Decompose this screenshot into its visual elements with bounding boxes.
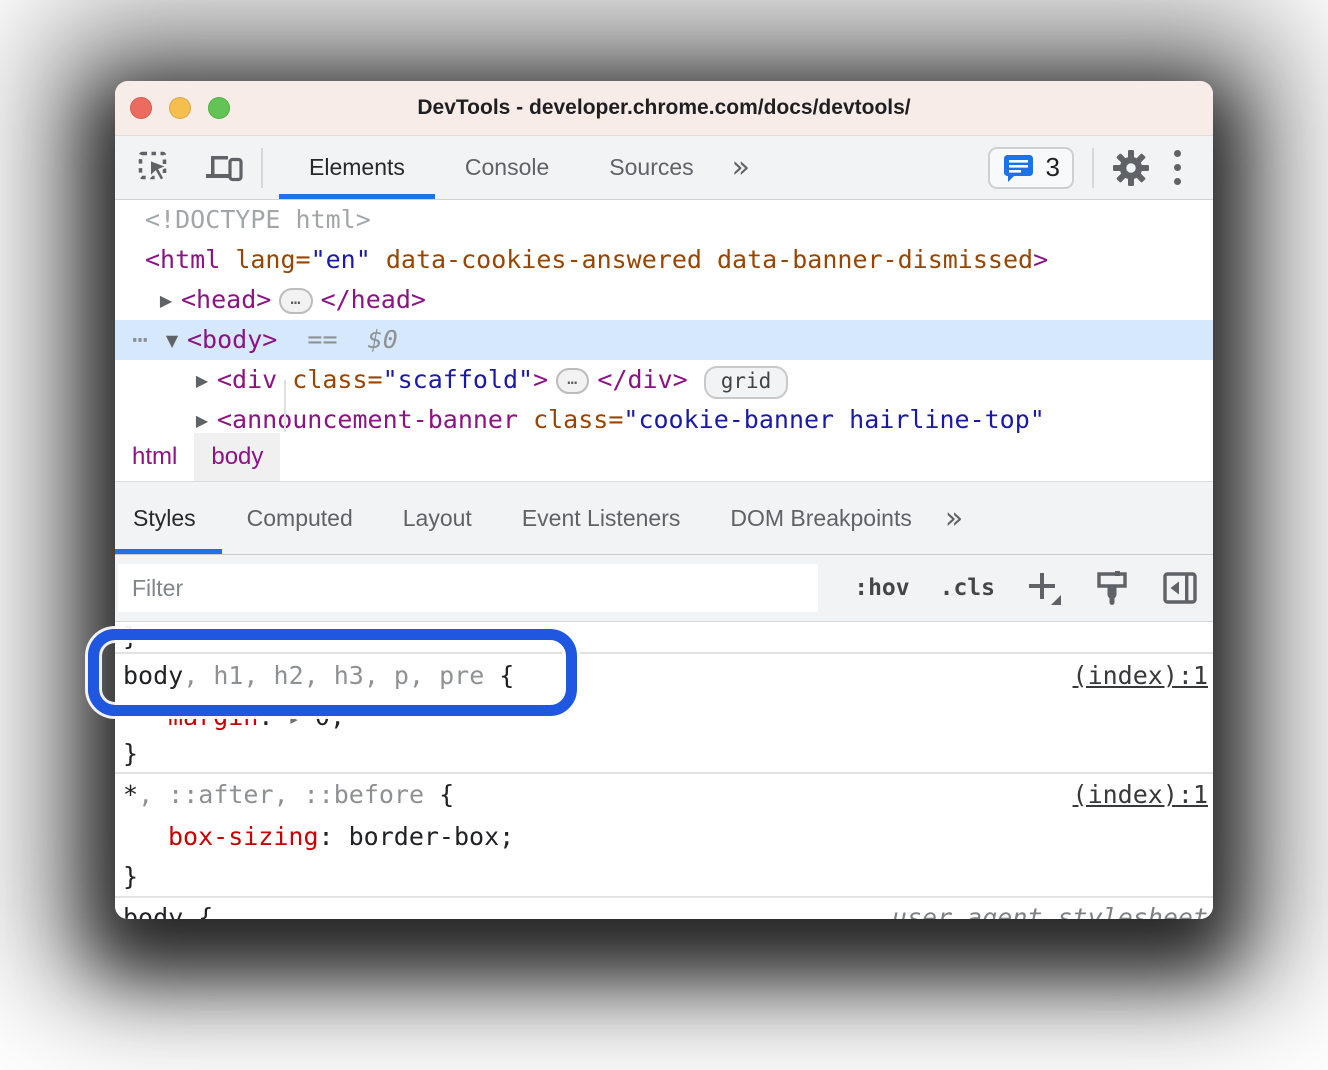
chevron-double-icon: » <box>945 501 963 536</box>
tab-console[interactable]: Console <box>435 136 579 199</box>
plus-icon <box>1025 569 1063 607</box>
settings-button[interactable] <box>1112 149 1150 187</box>
toggle-hover-state-button[interactable]: :hov <box>854 575 909 601</box>
elements-dom-tree: <!DOCTYPE html> <html lang="en" data-coo… <box>115 200 1213 433</box>
screenshot-stage: DevTools - developer.chrome.com/docs/dev… <box>0 0 1328 1070</box>
device-toolbar-icon <box>203 150 243 186</box>
inline-expand-button[interactable]: … <box>279 288 312 314</box>
new-style-rule-button[interactable] <box>1025 569 1063 607</box>
dom-node-body-selected[interactable]: ⋯▼<body> == $0 <box>115 320 1213 360</box>
tab-styles[interactable]: Styles <box>115 482 222 554</box>
inspect-element-button[interactable] <box>137 150 173 186</box>
panel-toggle-icon <box>1161 570 1199 606</box>
sidebar-tabs: Styles Computed Layout Event Listeners D… <box>115 482 1213 555</box>
css-declaration-box-sizing[interactable]: box-sizing: border-box; <box>115 816 1213 858</box>
expand-arrow-icon[interactable]: ▶ <box>187 361 217 401</box>
tree-indent-guide <box>284 380 286 432</box>
main-toolbar: Elements Console Sources » <box>115 136 1213 200</box>
devtools-window: DevTools - developer.chrome.com/docs/dev… <box>115 81 1213 919</box>
issues-messages-button[interactable]: 3 <box>988 147 1074 189</box>
dom-breadcrumb: html body <box>115 433 1213 482</box>
toggle-device-toolbar-button[interactable] <box>203 150 243 186</box>
toggle-element-classes-button[interactable]: .cls <box>940 575 995 601</box>
styles-filter-bar: :hov .cls <box>115 555 1213 622</box>
expand-arrow-icon[interactable]: ▶ <box>151 281 181 321</box>
stylesheet-source-link[interactable]: (index):1 <box>1073 774 1208 816</box>
tab-sources[interactable]: Sources <box>579 136 723 199</box>
customize-devtools-button[interactable] <box>1168 150 1187 185</box>
expand-arrow-icon[interactable]: ▶ <box>187 401 217 433</box>
tab-layout[interactable]: Layout <box>378 482 497 554</box>
gear-icon <box>1112 149 1150 187</box>
close-window-button[interactable] <box>130 97 152 119</box>
tab-computed[interactable]: Computed <box>222 482 378 554</box>
zoom-window-button[interactable] <box>208 97 230 119</box>
title-bar: DevTools - developer.chrome.com/docs/dev… <box>115 81 1213 136</box>
css-rule-user-agent[interactable]: body {user agent stylesheet <box>115 898 1213 919</box>
chevron-double-icon: » <box>732 150 750 185</box>
css-rule-selector[interactable]: *, ::after, ::before {(index):1 <box>115 774 1213 816</box>
breadcrumb-item-body[interactable]: body <box>194 433 280 481</box>
messages-count: 3 <box>1046 152 1060 183</box>
node-actions-icon[interactable]: ⋯ <box>123 320 157 360</box>
messages-icon <box>1002 152 1036 184</box>
tab-elements[interactable]: Elements <box>279 136 435 199</box>
dom-node-head[interactable]: ▶<head>…</head> <box>115 280 1213 320</box>
dom-node-announcement-banner[interactable]: ▶<announcement-banner class="cookie-bann… <box>115 400 1213 433</box>
css-rule-close: } <box>115 736 1213 772</box>
minimize-window-button[interactable] <box>169 97 191 119</box>
collapse-arrow-icon[interactable]: ▼ <box>157 321 187 361</box>
toolbar-divider <box>261 148 263 188</box>
more-panels-button[interactable]: » <box>724 136 758 199</box>
css-rule-close: } <box>115 858 1213 896</box>
window-title: DevTools - developer.chrome.com/docs/dev… <box>417 96 910 120</box>
toggle-sidebar-panel-button[interactable] <box>1161 570 1199 606</box>
kebab-menu-icon <box>1174 150 1181 157</box>
styles-filter-input[interactable] <box>118 564 818 612</box>
panel-tabs: Elements Console Sources » <box>279 136 758 199</box>
annotation-highlight-ring <box>88 629 577 716</box>
inline-expand-button[interactable]: … <box>556 368 589 394</box>
stylesheet-source-link[interactable]: (index):1 <box>1073 654 1208 698</box>
traffic-lights <box>130 97 230 119</box>
dom-node-div-scaffold[interactable]: ▶<div class="scaffold">…</div>grid <box>115 360 1213 400</box>
dom-node-doctype[interactable]: <!DOCTYPE html> <box>115 200 1213 240</box>
inspect-icon <box>137 150 173 186</box>
grid-badge[interactable]: grid <box>704 366 789 399</box>
rendering-emulation-button[interactable] <box>1093 569 1131 607</box>
breadcrumb-item-html[interactable]: html <box>115 433 194 481</box>
tab-dom-breakpoints[interactable]: DOM Breakpoints <box>705 482 937 554</box>
toolbar-divider <box>1092 148 1094 188</box>
dom-node-html[interactable]: <html lang="en" data-cookies-answered da… <box>115 240 1213 280</box>
tab-event-listeners[interactable]: Event Listeners <box>497 482 706 554</box>
paint-brush-icon <box>1093 569 1131 607</box>
stylesheet-origin-label: user agent stylesheet <box>892 898 1208 919</box>
more-sidebar-tabs-button[interactable]: » <box>937 482 971 554</box>
